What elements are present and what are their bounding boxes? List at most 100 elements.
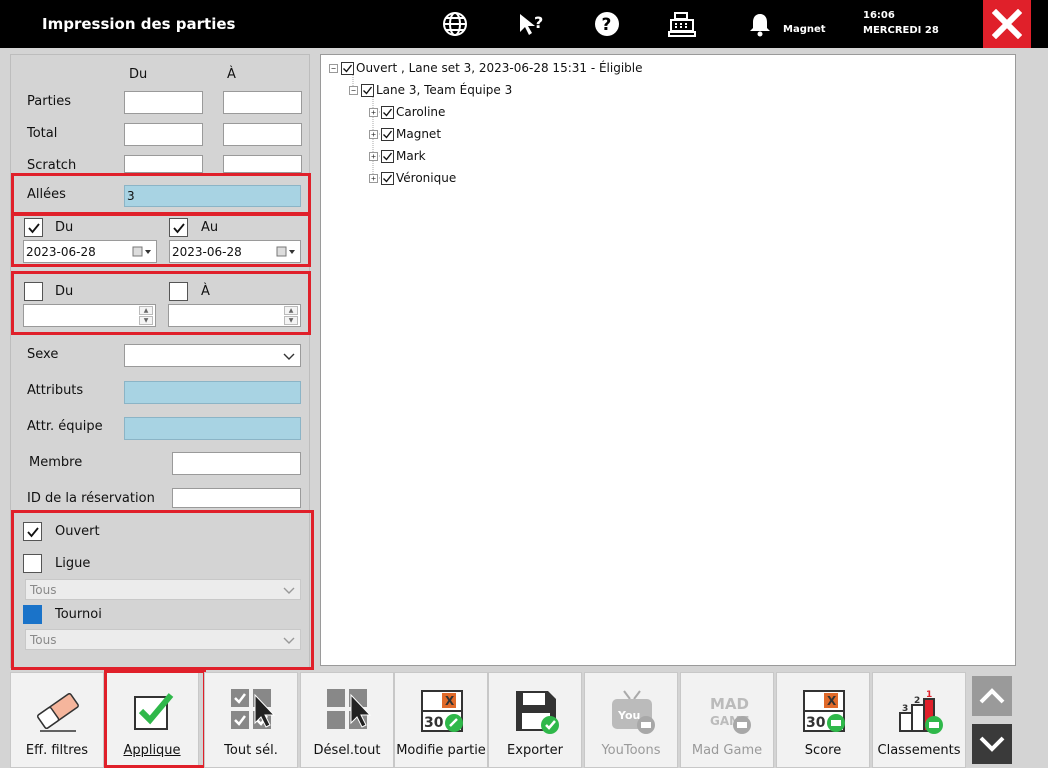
num-from-spinner[interactable]: ▲ ▼	[23, 304, 156, 327]
expand-icon[interactable]: +	[369, 151, 378, 161]
checkmark-icon	[27, 222, 40, 233]
filter-panel: Du À Parties Total Scratch Allées 3 Du A…	[10, 54, 314, 670]
scratch-to-input[interactable]	[223, 155, 302, 173]
clear-filters-button[interactable]: Eff. filtres	[10, 672, 104, 768]
collapse-icon[interactable]: −	[329, 63, 338, 73]
parties-to-input[interactable]	[223, 91, 302, 114]
spin-up-icon[interactable]: ▲	[139, 306, 153, 315]
ligue-select-value: Tous	[30, 583, 57, 597]
deselect-all-button[interactable]: Désel.tout	[300, 672, 394, 768]
svg-text:30: 30	[806, 715, 826, 731]
checkmark-icon	[343, 64, 353, 73]
spin-down-icon[interactable]: ▼	[139, 316, 153, 325]
help-icon[interactable]: ?	[593, 10, 621, 38]
svg-text:X: X	[827, 694, 837, 708]
edit-game-button[interactable]: X 30 Modifie partie	[394, 672, 488, 768]
expand-icon[interactable]: +	[369, 173, 378, 183]
tree-node-player[interactable]: + Caroline	[369, 104, 445, 120]
spin-up-icon[interactable]: ▲	[284, 306, 298, 315]
sexe-select[interactable]	[124, 344, 301, 367]
attributs-input[interactable]	[124, 381, 301, 404]
ligue-label: Ligue	[55, 556, 91, 571]
podium-print-icon: 3 2 1	[899, 690, 943, 734]
total-from-input[interactable]	[124, 123, 203, 146]
mad-game-label: Mad Game	[691, 743, 763, 758]
expand-icon[interactable]: +	[369, 107, 378, 117]
expand-icon[interactable]: +	[369, 129, 378, 139]
attr-equipe-label: Attr. équipe	[27, 419, 103, 434]
pointer-help-icon[interactable]: ?	[517, 10, 545, 38]
tournoi-label: Tournoi	[55, 607, 102, 622]
tree-node-player[interactable]: + Magnet	[369, 126, 441, 142]
edit-score-icon: X 30	[421, 690, 463, 732]
save-export-icon	[516, 691, 559, 734]
total-to-input[interactable]	[223, 123, 302, 146]
cash-register-icon[interactable]	[668, 10, 696, 38]
tree-node-label: Ouvert , Lane set 3, 2023-06-28 15:31 - …	[356, 61, 643, 75]
rankings-label: Classements	[877, 743, 961, 758]
scroll-up-button[interactable]	[972, 676, 1012, 716]
select-all-button[interactable]: Tout sél.	[204, 672, 298, 768]
tree-node-player[interactable]: + Véronique	[369, 170, 456, 186]
mad-game-button[interactable]: MAD GAME Mad Game	[680, 672, 774, 768]
checkmark-icon	[172, 222, 185, 233]
scroll-down-button[interactable]	[972, 724, 1012, 764]
tv-print-icon: You	[612, 690, 655, 734]
num-from-checkbox[interactable]	[24, 282, 43, 301]
spin-down-icon[interactable]: ▼	[284, 316, 298, 325]
reservation-input[interactable]	[172, 488, 301, 508]
tree-checkbox[interactable]	[381, 171, 394, 185]
tree-node-player[interactable]: + Mark	[369, 148, 426, 164]
clock-day: MERCREDI 28	[863, 25, 939, 36]
youtoons-button[interactable]: You YouToons	[584, 672, 678, 768]
tournoi-checkbox[interactable]	[23, 605, 42, 624]
allees-value: 3	[127, 189, 135, 203]
bell-icon[interactable]	[746, 10, 774, 38]
tree-node-label: Véronique	[396, 171, 457, 185]
date-from-picker[interactable]: 2023-06-28	[23, 240, 157, 263]
score-button[interactable]: X 30 Score	[776, 672, 870, 768]
tree-checkbox[interactable]	[381, 149, 394, 163]
tree-checkbox[interactable]	[341, 61, 354, 75]
close-button[interactable]	[983, 0, 1031, 48]
num-to-spinner[interactable]: ▲ ▼	[168, 304, 301, 327]
ligue-checkbox[interactable]	[23, 554, 42, 573]
rankings-button[interactable]: 3 2 1 Classements	[872, 672, 966, 768]
scratch-label: Scratch	[27, 158, 77, 173]
allees-input[interactable]: 3	[124, 185, 301, 207]
results-tree[interactable]: − Ouvert , Lane set 3, 2023-06-28 15:31 …	[320, 54, 1016, 666]
tree-checkbox[interactable]	[361, 83, 374, 97]
globe-icon[interactable]	[441, 10, 469, 38]
date-to-picker[interactable]: 2023-06-28	[169, 240, 301, 263]
tree-checkbox[interactable]	[381, 127, 394, 141]
attr-equipe-input[interactable]	[124, 417, 301, 440]
parties-from-input[interactable]	[124, 91, 203, 114]
calendar-dropdown-icon	[132, 246, 151, 257]
tree-node-root[interactable]: − Ouvert , Lane set 3, 2023-06-28 15:31 …	[329, 60, 643, 76]
eraser-icon	[37, 693, 79, 732]
collapse-icon[interactable]: −	[349, 85, 358, 95]
select-all-icon	[231, 689, 276, 729]
svg-text:?: ?	[602, 15, 612, 35]
membre-input[interactable]	[172, 452, 301, 475]
tree-node-team[interactable]: − Lane 3, Team Équipe 3	[349, 82, 512, 98]
export-button[interactable]: Exporter	[488, 672, 582, 768]
youtoons-label: YouToons	[601, 743, 661, 758]
num-to-label: À	[201, 284, 210, 299]
date-from-checkbox[interactable]	[24, 218, 43, 237]
scratch-from-input[interactable]	[124, 155, 203, 173]
ouvert-checkbox[interactable]	[23, 522, 42, 541]
svg-text:?: ?	[534, 13, 543, 32]
svg-text:3: 3	[902, 704, 908, 714]
num-to-checkbox[interactable]	[169, 282, 188, 301]
date-to-label: Au	[201, 220, 219, 235]
ligue-select[interactable]: Tous	[25, 579, 301, 600]
date-to-checkbox[interactable]	[169, 218, 188, 237]
svg-text:1: 1	[926, 690, 932, 700]
tournoi-select[interactable]: Tous	[25, 629, 301, 650]
chevron-down-icon	[283, 353, 295, 360]
checkmark-icon	[26, 526, 39, 537]
sexe-label: Sexe	[27, 347, 59, 362]
date-from-value: 2023-06-28	[26, 245, 96, 259]
tree-checkbox[interactable]	[381, 105, 394, 119]
